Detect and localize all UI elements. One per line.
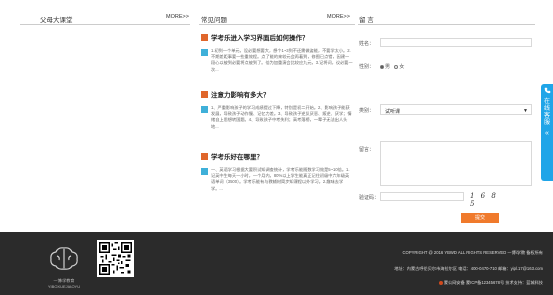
- question-icon: [201, 33, 208, 41]
- more-link-faq[interactable]: MORE>>: [327, 14, 350, 20]
- faq-answer: 1、严重影响孩子的学习成绩提过下降，特别是初二开始。2、影响孩子能获发展，导致孩…: [211, 105, 352, 129]
- faq-question[interactable]: 学考乐进入学习界面后如何操作？: [211, 32, 309, 42]
- chevron-down-icon: ▼: [523, 108, 528, 114]
- radio-checked-icon: [380, 64, 384, 69]
- answer-icon: [201, 49, 208, 56]
- faq-answer: 1.初到一个单元，设必要想要大，想个1~3到不还需做姿能，不要学太小。2.不期差…: [211, 48, 353, 72]
- name-label: 姓名：: [359, 41, 375, 47]
- category-label: 类别：: [359, 108, 375, 114]
- captcha-label: 验证码：: [359, 195, 380, 201]
- captcha-input[interactable]: [380, 192, 464, 201]
- gender-male-option[interactable]: 男: [380, 64, 390, 70]
- brand-logo: [46, 244, 82, 278]
- faq-item[interactable]: 学考乐好在哪里？ 一、英语学习根据大要积试知调查统计，学考乐能随数学习效是5~1…: [201, 151, 353, 192]
- footer-address: 地址：内蒙古呼伦贝尔市海拉尔区 电话：400-0470-710 邮箱：yipl.…: [394, 266, 543, 271]
- question-icon: [201, 152, 208, 160]
- message-textarea[interactable]: [380, 141, 532, 186]
- gender-female-option[interactable]: 女: [394, 64, 404, 70]
- answer-icon: [201, 168, 208, 175]
- faq-item[interactable]: 注意力影响有多大？ 1、严重影响孩子的学习成绩提过下降，特别是初二开始。2、影响…: [201, 89, 353, 130]
- category-select[interactable]: 试听课 ▼: [380, 104, 532, 115]
- divider: [199, 24, 355, 25]
- message-label: 留言：: [359, 147, 375, 153]
- section-title-message: 留 言: [359, 17, 374, 24]
- logo-caption: 一博i学教育 YIBOXUEJIAOYU: [47, 278, 81, 289]
- online-service-tab[interactable]: 在线客服 «: [541, 84, 553, 181]
- faq-question[interactable]: 注意力影响有多大？: [211, 89, 270, 99]
- submit-button[interactable]: 提交: [461, 213, 499, 223]
- faq-question[interactable]: 学考乐好在哪里？: [211, 151, 263, 161]
- qr-code-image: [97, 240, 134, 277]
- police-badge-icon: [438, 280, 443, 285]
- category-selected-value: 试听课: [385, 109, 401, 115]
- footer-copyright: COPYRIGHT @ 2016 YBWD ALL RIGHTS RESERVE…: [402, 250, 543, 255]
- name-input[interactable]: [380, 38, 532, 47]
- chevron-left-icon: «: [545, 130, 549, 137]
- gender-label: 性别：: [359, 64, 375, 70]
- divider: [20, 24, 190, 25]
- radio-unchecked-icon: [394, 64, 399, 69]
- faq-answer: 一、英语学习根据大要积试知调查统计，学考乐能随数学习效是5~10倍。1.记英中生…: [211, 167, 350, 191]
- brain-icon: [50, 247, 78, 270]
- faq-item[interactable]: 学考乐进入学习界面后如何操作？ 1.初到一个单元，设必要想要大，想个1~3到不还…: [201, 32, 353, 73]
- section-title-faq: 常见问题: [201, 17, 227, 24]
- phone-icon: [544, 87, 551, 97]
- divider: [358, 24, 535, 25]
- footer-icp: 蒙公网安备 蒙ICP备12345678号 技术支持：蓝城科技: [438, 280, 543, 286]
- section-title-parents-class: 父母大课堂: [40, 17, 73, 24]
- online-service-label: 在线客服: [543, 99, 550, 126]
- gender-radio-group: 男 女: [380, 63, 404, 70]
- captcha-image[interactable]: 1 6 8 5: [470, 192, 504, 208]
- more-link-parents-class[interactable]: MORE>>: [166, 14, 189, 20]
- question-icon: [201, 90, 208, 98]
- answer-icon: [201, 106, 208, 113]
